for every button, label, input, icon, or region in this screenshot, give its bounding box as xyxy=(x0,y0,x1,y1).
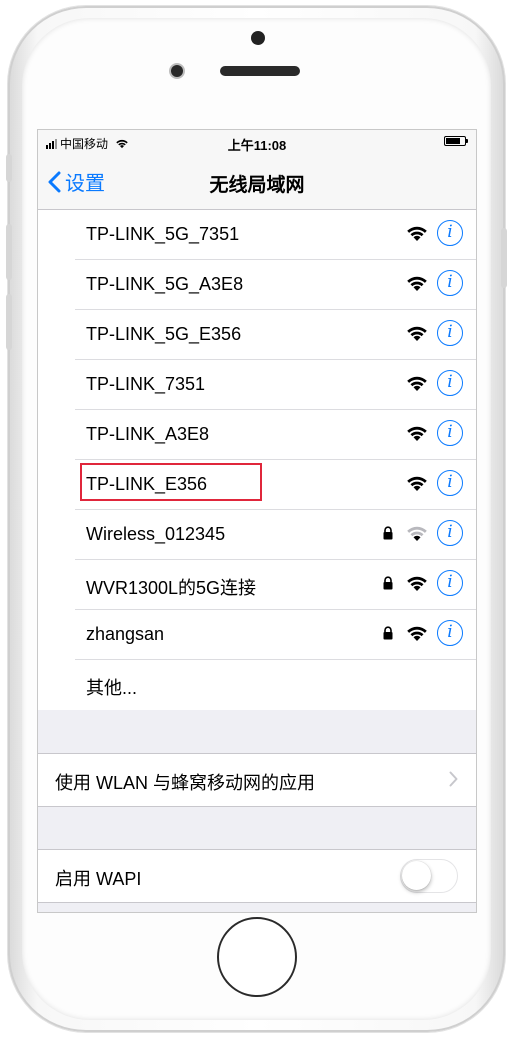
network-name: TP-LINK_5G_E356 xyxy=(86,324,242,344)
wifi-icon xyxy=(407,426,427,441)
screen: 中国移动 上午11:08 设置 无线局域网 TP-LINK_5G_7351 i TP… xyxy=(37,129,477,913)
info-icon[interactable]: i xyxy=(437,220,463,246)
network-row[interactable]: TP-LINK_7351 i xyxy=(38,360,476,410)
lock-icon xyxy=(383,576,393,590)
status-bar: 中国移动 上午11:08 xyxy=(38,130,476,154)
network-name: TP-LINK_5G_7351 xyxy=(86,224,240,244)
other-label: 其他... xyxy=(86,678,138,698)
mute-switch xyxy=(6,154,12,182)
wifi-icon xyxy=(407,626,427,641)
navigation-bar: 设置 无线局域网 xyxy=(38,154,476,210)
page-title: 无线局域网 xyxy=(209,175,305,196)
lock-icon xyxy=(383,626,393,640)
front-camera xyxy=(171,65,183,77)
lock-icon xyxy=(383,526,393,540)
network-row[interactable]: TP-LINK_A3E8 i xyxy=(38,410,476,460)
network-name: Wireless_012345 xyxy=(86,524,226,544)
network-row[interactable]: TP-LINK_5G_E356 i xyxy=(38,310,476,360)
volume-down-button xyxy=(6,294,12,350)
info-icon[interactable]: i xyxy=(437,470,463,496)
chevron-right-icon xyxy=(449,771,458,787)
network-name: TP-LINK_E356 xyxy=(86,474,208,494)
battery-icon xyxy=(444,136,468,146)
wifi-icon xyxy=(407,276,427,291)
wifi-icon xyxy=(407,376,427,391)
network-row[interactable]: WVR1300L的5G连接 i xyxy=(38,560,476,610)
earpiece-dot xyxy=(251,31,265,45)
status-time: 上午11:08 xyxy=(227,138,287,153)
network-row[interactable]: TP-LINK_5G_7351 i xyxy=(38,210,476,260)
wifi-icon xyxy=(407,576,427,591)
network-row[interactable]: Wireless_012345 i xyxy=(38,510,476,560)
home-button[interactable] xyxy=(217,917,297,997)
info-icon[interactable]: i xyxy=(437,620,463,646)
info-icon[interactable]: i xyxy=(437,270,463,296)
info-icon[interactable]: i xyxy=(437,520,463,546)
network-row[interactable]: zhangsan i xyxy=(38,610,476,660)
volume-up-button xyxy=(6,224,12,280)
network-list: TP-LINK_5G_7351 i TP-LINK_5G_A3E8 i TP-LINK_… xyxy=(38,210,476,710)
wlan-apps-row[interactable]: 使用 WLAN 与蜂窝移动网的应用 xyxy=(38,753,476,807)
wifi-icon xyxy=(407,226,427,241)
network-name: zhangsan xyxy=(86,624,165,644)
other-network-row[interactable]: 其他... xyxy=(38,660,476,710)
info-icon[interactable]: i xyxy=(437,370,463,396)
wlan-apps-label: 使用 WLAN 与蜂窝移动网的应用 xyxy=(55,773,316,793)
info-icon[interactable]: i xyxy=(437,320,463,346)
network-row[interactable]: TP-LINK_5G_A3E8 i xyxy=(38,260,476,310)
network-name: TP-LINK_5G_A3E8 xyxy=(86,274,244,294)
network-name: TP-LINK_A3E8 xyxy=(86,424,210,444)
wifi-icon xyxy=(407,326,427,341)
info-icon[interactable]: i xyxy=(437,420,463,446)
wifi-icon xyxy=(407,476,427,491)
earpiece-speaker xyxy=(220,66,300,76)
wapi-row: 启用 WAPI xyxy=(38,849,476,903)
wapi-toggle[interactable] xyxy=(400,859,458,893)
network-row[interactable]: TP-LINK_E356 i xyxy=(38,460,476,510)
wapi-label: 启用 WAPI xyxy=(55,869,142,889)
info-icon[interactable]: i xyxy=(437,570,463,596)
power-button xyxy=(501,228,507,288)
wifi-icon xyxy=(407,526,427,541)
network-name: WVR1300L的5G连接 xyxy=(86,578,257,598)
network-name: TP-LINK_7351 xyxy=(86,374,206,394)
